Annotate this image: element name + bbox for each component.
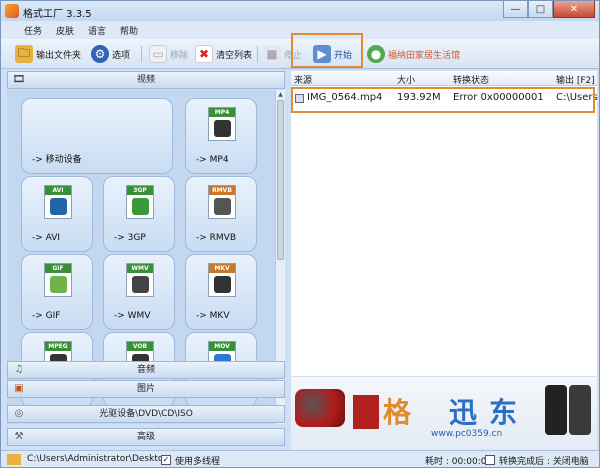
after-done-label: 转换完成后 : 关闭电脑 — [499, 457, 589, 467]
output-folder-label: 输出文件夹 — [36, 50, 82, 61]
mkv-file-icon: MKV — [208, 263, 236, 297]
menu-skin[interactable]: 皮肤 — [49, 21, 81, 39]
format-tile-label: -> WMV — [114, 311, 151, 321]
app-window: 格式工厂 3.3.5 — □ ✕ 任务 皮肤 语言 帮助 🗀 输出文件夹 ⚙ 选… — [0, 0, 600, 468]
multithread-checkbox[interactable]: ✓ — [161, 455, 171, 465]
menu-task[interactable]: 任务 — [17, 21, 49, 39]
category-video-label: 视频 — [136, 75, 155, 85]
toolbar-divider — [257, 46, 258, 62]
picture-icon: ▣ — [14, 383, 24, 394]
globe-icon: ● — [367, 45, 385, 63]
mp4-file-icon: MP4 — [208, 107, 236, 141]
format-tile-wmv[interactable]: WMV -> WMV — [103, 254, 175, 330]
disc-drive-icon: ◎ — [14, 408, 24, 419]
multithread-label: 使用多线程 — [175, 457, 221, 467]
scroll-up-arrow[interactable]: ▲ — [277, 91, 284, 99]
format-tile-avi[interactable]: AVI -> AVI — [21, 176, 93, 252]
elapsed-time: 耗时 : 00:00:00 — [425, 457, 493, 467]
delete-icon: ✖ — [195, 45, 213, 63]
folder-icon: 🗀 — [15, 45, 33, 63]
wmv-file-icon: WMV — [126, 263, 154, 297]
rmvb-file-icon: RMVB — [208, 185, 236, 219]
menu-language[interactable]: 语言 — [81, 21, 113, 39]
camcorder-image — [295, 389, 345, 427]
start-highlight-box — [291, 33, 363, 68]
window-title: 格式工厂 3.3.5 — [23, 9, 92, 20]
ad-banner[interactable]: 格 迅 东 www.pc0359.cn — [291, 377, 597, 451]
row-highlight-box — [291, 87, 595, 113]
avi-file-icon: AVI — [44, 185, 72, 219]
category-audio-label: 音频 — [136, 365, 155, 375]
scroll-thumb[interactable] — [277, 100, 284, 260]
column-status[interactable]: 转换状态 — [453, 73, 489, 86]
format-tile-label: -> AVI — [32, 233, 61, 243]
format-tile-mkv[interactable]: MKV -> MKV — [185, 254, 257, 330]
3gp-file-icon: 3GP — [126, 185, 154, 219]
watermark-text: www.pc0359.cn — [431, 429, 503, 439]
category-image[interactable]: ▣ 图片 — [7, 380, 285, 398]
format-tile-label: -> 移动设备 — [32, 155, 82, 165]
window-controls: — □ ✕ — [503, 1, 595, 18]
title-bar: 格式工厂 3.3.5 — □ ✕ — [1, 1, 599, 21]
minimize-button[interactable]: — — [503, 1, 528, 18]
output-folder-button[interactable]: 🗀 输出文件夹 — [15, 43, 81, 65]
format-tile-label: -> MP4 — [196, 155, 229, 165]
promo-link[interactable]: ● 福纳田家居生活馆 — [367, 43, 460, 65]
category-advanced[interactable]: ⚒ 高级 — [7, 428, 285, 446]
banner-logo-glyph: 东 — [489, 396, 518, 429]
close-button[interactable]: ✕ — [553, 1, 595, 18]
document-icon: ▭ — [149, 45, 167, 63]
format-tile-label: -> GIF — [32, 311, 61, 321]
options-label: 选项 — [112, 50, 131, 61]
app-icon — [5, 4, 19, 18]
category-image-label: 图片 — [136, 384, 155, 394]
format-tile-label: -> 3GP — [114, 233, 146, 243]
remove-button[interactable]: ▭ 移除 — [149, 43, 188, 65]
format-tile-mp4[interactable]: MP4 -> MP4 — [185, 98, 257, 174]
task-list-header: 来源 大小 转换状态 输出 [F2] — [291, 71, 597, 86]
gear-icon: ⚙ — [91, 45, 109, 63]
category-optical[interactable]: ◎ 光驱设备\DVD\CD\ISO — [7, 405, 285, 423]
banner-logo-glyph: 格 — [383, 396, 412, 429]
film-icon: 🎞 — [12, 74, 26, 85]
category-advanced-label: 高级 — [136, 432, 155, 442]
column-source[interactable]: 来源 — [294, 73, 312, 86]
format-tile-label: -> RMVB — [196, 233, 236, 243]
banner-logo-glyph: 迅 — [449, 396, 478, 429]
gif-file-icon: GIF — [44, 263, 72, 297]
promo-label: 福纳田家居生活馆 — [388, 50, 461, 61]
folder-icon[interactable] — [7, 454, 21, 465]
format-tile-gif[interactable]: GIF -> GIF — [21, 254, 93, 330]
category-audio[interactable]: ♫ 音频 — [7, 361, 285, 379]
format-tile-3gp[interactable]: 3GP -> 3GP — [103, 176, 175, 252]
clear-list-label: 清空列表 — [216, 50, 253, 61]
format-tile-label: -> MKV — [196, 311, 230, 321]
product-box-image — [353, 395, 379, 429]
category-optical-label: 光驱设备\DVD\CD\ISO — [99, 409, 193, 419]
task-list-panel: 来源 大小 转换状态 输出 [F2] IMG_0564.mp4 193.92M … — [291, 71, 598, 451]
menu-help[interactable]: 帮助 — [113, 21, 145, 39]
clear-list-button[interactable]: ✖ 清空列表 — [195, 43, 252, 65]
phone-image — [569, 385, 591, 435]
format-tile-rmvb[interactable]: RMVB -> RMVB — [185, 176, 257, 252]
toolbox-icon: ⚒ — [14, 431, 24, 442]
column-size[interactable]: 大小 — [397, 73, 415, 86]
status-bar: C:\Users\Administrator\Desktop ✓ 使用多线程 耗… — [1, 450, 599, 467]
stop-icon: ■ — [263, 45, 281, 63]
category-video[interactable]: 🎞 视频 — [7, 71, 285, 89]
format-tile-mobile[interactable]: -> 移动设备 — [21, 98, 173, 174]
column-output[interactable]: 输出 [F2] — [556, 73, 595, 86]
output-path: C:\Users\Administrator\Desktop — [27, 454, 170, 464]
after-done-checkbox[interactable] — [485, 455, 495, 465]
task-list: IMG_0564.mp4 193.92M Error 0x00000001 C:… — [291, 86, 598, 376]
toolbar-divider — [141, 46, 142, 62]
options-button[interactable]: ⚙ 选项 — [91, 43, 130, 65]
category-panel: 🎞 视频 -> 移动设备 MP4 -> MP4 AVI -> AVI 3GP -… — [7, 71, 285, 451]
music-note-icon: ♫ — [14, 364, 24, 375]
remove-label: 移除 — [170, 50, 189, 61]
maximize-button[interactable]: □ — [528, 1, 553, 18]
phone-image — [545, 385, 567, 435]
